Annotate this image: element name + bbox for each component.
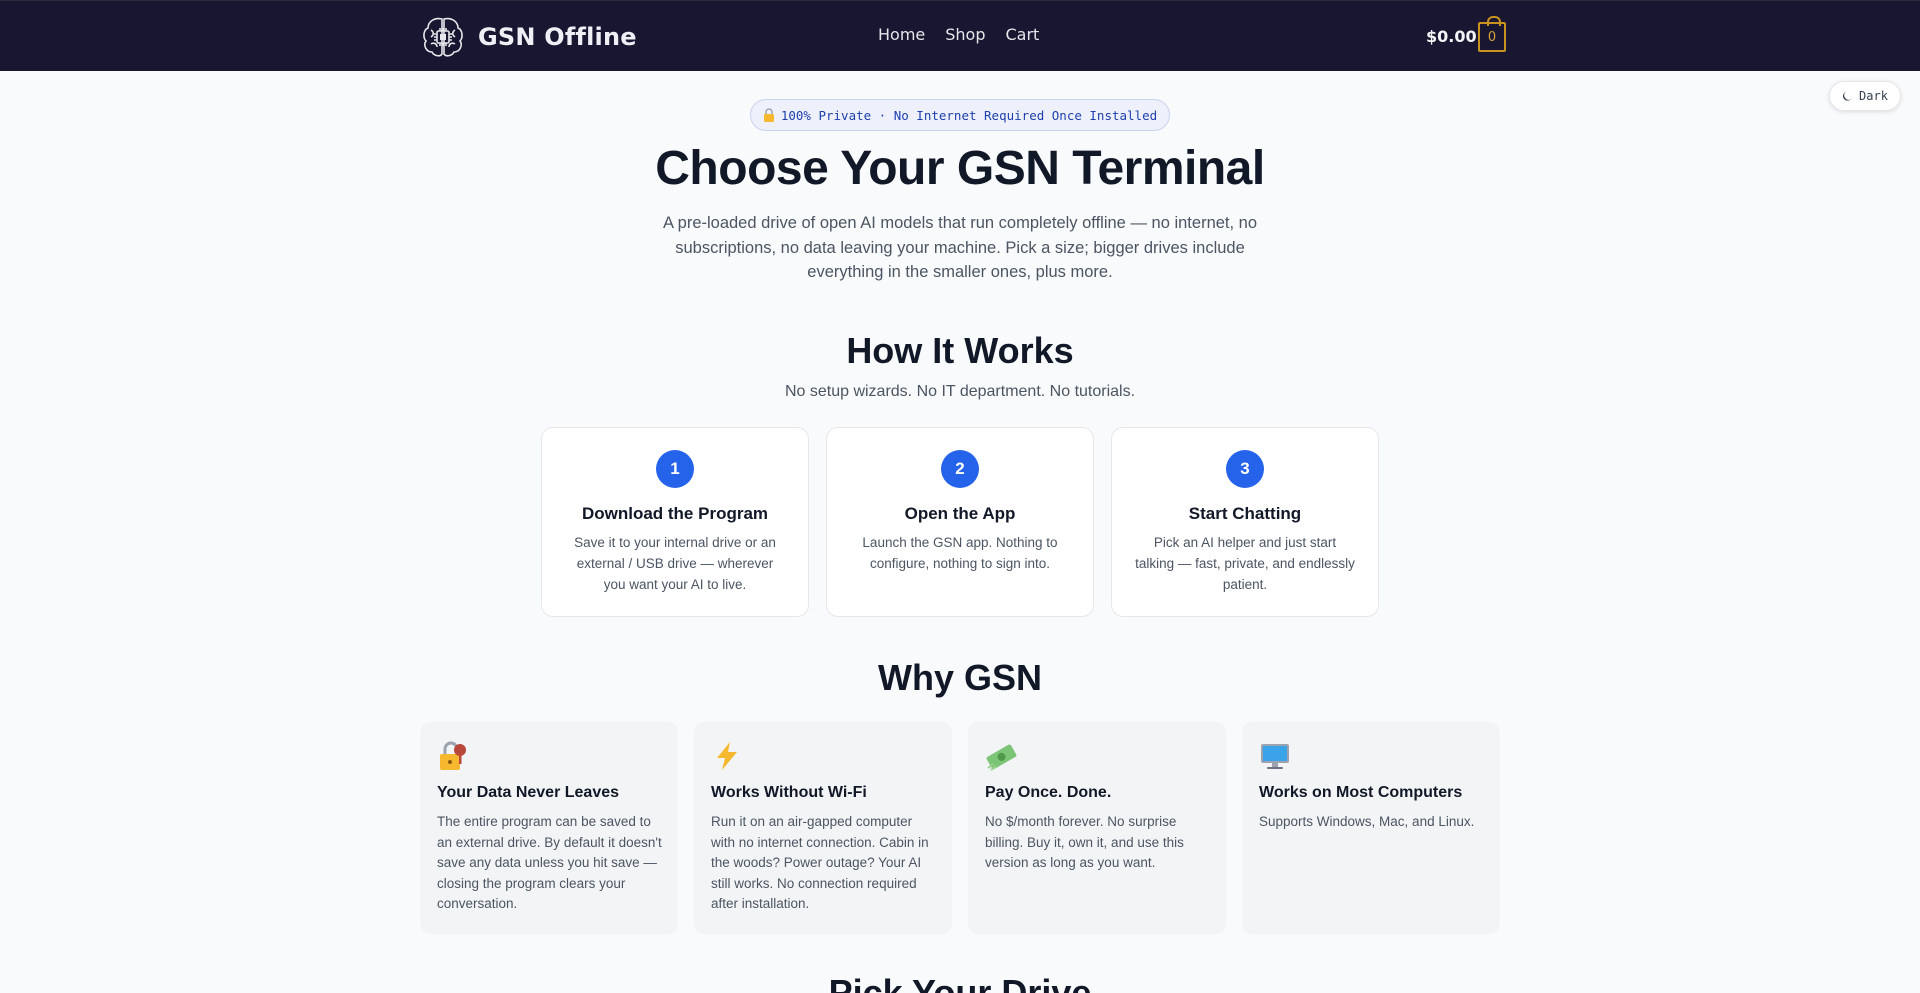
step-number-badge: 2 <box>941 450 979 488</box>
step-title: Start Chatting <box>1188 504 1302 523</box>
brand-name: GSN Offline <box>478 23 637 51</box>
step-description: Pick an AI helper and just start talking… <box>1135 535 1355 592</box>
hero-title: Choose Your GSN Terminal <box>655 142 1265 195</box>
feature-card: Works on Most Computers Supports Windows… <box>1242 722 1500 934</box>
lock-with-key-icon <box>440 741 466 770</box>
step-description: Launch the GSN app. Nothing to configure… <box>862 535 1058 571</box>
step-title: Download the Program <box>581 504 769 523</box>
step-card: 2 Open the App Launch the GSN app. Nothi… <box>826 427 1094 617</box>
feature-description: Supports Windows, Mac, and Linux. <box>1259 814 1475 829</box>
brain-chip-icon <box>423 17 463 57</box>
nav-cart[interactable]: Cart <box>1006 25 1040 44</box>
nav-home[interactable]: Home <box>878 25 925 44</box>
feature-description: No $/month forever. No surprise billing.… <box>985 814 1184 870</box>
feature-title: Works Without Wi-Fi <box>711 784 867 801</box>
cart-bag-icon[interactable]: 0 <box>1478 16 1506 52</box>
feature-card: Your Data Never Leaves The entire progra… <box>420 722 678 934</box>
money-icon <box>986 744 1017 771</box>
cart-count: 0 <box>1487 29 1497 45</box>
cart-total[interactable]: $0.00 <box>1426 27 1477 46</box>
brand-link[interactable]: GSN Offline <box>420 14 637 60</box>
step-number-badge: 1 <box>656 450 694 488</box>
feature-card: Works Without Wi-Fi Run it on an air-gap… <box>694 722 952 934</box>
feature-title: Works on Most Computers <box>1259 784 1463 801</box>
why-gsn-title: Why GSN <box>877 657 1042 698</box>
nav-shop[interactable]: Shop <box>945 25 985 44</box>
dark-mode-label: Dark <box>1859 89 1888 103</box>
lock-icon <box>763 108 774 122</box>
site-header: GSN Offline Home Shop Cart $0.00 0 <box>0 0 1920 71</box>
how-it-works-title: How It Works <box>846 330 1074 371</box>
step-description: Save it to your internal drive or an ext… <box>574 535 776 592</box>
feature-description: Run it on an air-gapped computer with no… <box>711 814 929 911</box>
step-title: Open the App <box>904 504 1016 523</box>
step-card: 1 Download the Program Save it to your i… <box>541 427 809 617</box>
step-number-badge: 3 <box>1226 450 1264 488</box>
pick-drive-title: Pick Your Drive <box>828 972 1092 993</box>
feature-title: Your Data Never Leaves <box>437 784 620 801</box>
hero-subtitle: A pre-loaded drive of open AI models tha… <box>662 214 1258 281</box>
feature-card: Pay Once. Done. No $/month forever. No s… <box>968 722 1226 934</box>
main-nav: Home Shop Cart <box>878 25 1039 44</box>
dark-mode-toggle[interactable]: Dark <box>1829 81 1901 111</box>
how-it-works-subtitle: No setup wizards. No IT department. No t… <box>784 383 1136 400</box>
feature-title: Pay Once. Done. <box>985 784 1112 801</box>
moon-icon <box>1843 91 1852 101</box>
computer-icon <box>1261 744 1289 769</box>
feature-description: The entire program can be saved to an ex… <box>437 814 662 911</box>
privacy-badge-text: 100% Private · No Internet Required Once… <box>780 107 1158 123</box>
step-card: 3 Start Chatting Pick an AI helper and j… <box>1111 427 1379 617</box>
privacy-badge: 100% Private · No Internet Required Once… <box>750 99 1170 131</box>
lightning-icon <box>717 742 737 770</box>
